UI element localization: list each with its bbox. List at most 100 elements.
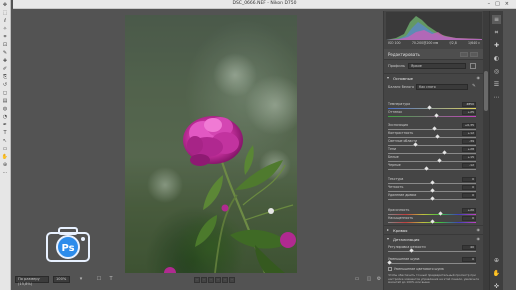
brush-icon[interactable]: ✐ — [2, 67, 9, 72]
edit-icon[interactable]: ≡ — [492, 15, 501, 24]
star-1-icon[interactable]: · — [194, 277, 200, 283]
section-basic[interactable]: ▾ Основные ◉ — [384, 73, 484, 81]
slider-thumb[interactable] — [429, 196, 435, 201]
frame-icon[interactable]: ⊡ — [2, 43, 9, 48]
profile-select[interactable]: Яркие — [408, 63, 466, 69]
slider-value-input[interactable]: 40 — [462, 244, 476, 250]
zoom-icon[interactable]: ⊕ — [492, 256, 501, 265]
slider-track[interactable] — [388, 250, 476, 252]
slider-thumb[interactable] — [429, 219, 435, 224]
eyedropper-icon[interactable]: ✎ — [2, 51, 9, 56]
slider-thumb[interactable] — [434, 113, 439, 118]
more-icon[interactable]: ⋯ — [2, 171, 9, 176]
star-2-icon[interactable]: · — [201, 277, 207, 283]
section-detail[interactable]: ▾ Детализация ◉ — [384, 234, 484, 242]
move-icon[interactable]: ✥ — [2, 3, 9, 8]
before-after-icon[interactable]: ◫ — [365, 276, 373, 283]
image-canvas[interactable]: Ps — [13, 11, 383, 273]
type-icon[interactable]: T — [2, 131, 9, 136]
slider-thumb[interactable] — [413, 142, 418, 147]
star-5-icon[interactable]: · — [222, 277, 228, 283]
eye-icon[interactable]: ◉ — [477, 236, 481, 241]
slider-value-input[interactable]: -39 — [462, 138, 476, 144]
eraser-icon[interactable]: ◻ — [2, 91, 9, 96]
presets-icon[interactable]: ☰ — [492, 80, 501, 89]
rating-icon[interactable]: T — [107, 276, 115, 283]
zoom-fit-select[interactable]: По размеру (15,8%) — [15, 276, 49, 286]
slider-value-input[interactable]: 0 — [462, 176, 476, 182]
slider-value-input[interactable]: +28 — [462, 146, 476, 152]
bw-button[interactable] — [470, 52, 478, 57]
slider-thumb[interactable] — [432, 126, 437, 131]
slider-value-input[interactable]: 0 — [462, 184, 476, 190]
stamp-icon[interactable]: ⎘ — [2, 75, 9, 80]
slider-value-input[interactable]: 4850 — [462, 101, 476, 107]
window-controls[interactable]: –□× — [488, 1, 514, 7]
eye-icon[interactable]: ◉ — [477, 227, 481, 232]
slider-value-input[interactable]: +0,35 — [462, 122, 476, 128]
heal-icon[interactable]: ✚ — [2, 59, 9, 64]
slider-thumb[interactable] — [429, 188, 435, 193]
slider-value-input[interactable]: +15 — [462, 154, 476, 160]
filmstrip-icon[interactable]: ☐ — [95, 276, 103, 283]
dodge-icon[interactable]: ◔ — [2, 115, 9, 120]
redeye-icon[interactable]: ◎ — [492, 67, 501, 76]
eyedropper-icon[interactable]: ✎ — [472, 84, 476, 89]
star-6-icon[interactable]: · — [229, 277, 235, 283]
minimize-icon[interactable]: – — [488, 1, 496, 7]
slider-thumb[interactable] — [435, 134, 440, 139]
auto-button[interactable] — [460, 52, 468, 57]
shape-icon[interactable]: ▭ — [2, 147, 9, 152]
compare-icon[interactable]: ▭ — [353, 276, 361, 283]
slider-value-input[interactable]: -12 — [462, 162, 476, 168]
scrollbar-thumb[interactable] — [484, 71, 488, 111]
lasso-icon[interactable]: ℓ — [2, 19, 9, 24]
slider-track[interactable] — [388, 168, 476, 170]
photo-preview[interactable] — [125, 15, 297, 273]
eye-icon[interactable]: ◉ — [477, 75, 481, 80]
close-icon[interactable]: × — [505, 1, 514, 7]
color-noise-checkbox[interactable] — [388, 267, 392, 271]
slider-thumb[interactable] — [424, 166, 429, 171]
zoom-percent-select[interactable]: 100% — [53, 276, 70, 283]
more-icon[interactable]: ⋯ — [492, 93, 501, 102]
gradient-icon[interactable]: ▤ — [2, 99, 9, 104]
flag-icon[interactable]: ▾ — [77, 276, 85, 283]
wb-select[interactable]: Как снято — [416, 84, 468, 90]
crop-icon[interactable]: ⌗ — [2, 35, 9, 40]
slider-value-input[interactable]: 0 — [462, 192, 476, 198]
slider-thumb[interactable] — [409, 248, 414, 253]
blur-icon[interactable]: ◍ — [2, 107, 9, 112]
slider-value-input[interactable]: +20 — [462, 207, 476, 213]
slider-thumb[interactable] — [429, 180, 435, 185]
slider-thumb[interactable] — [438, 211, 443, 216]
mask-icon[interactable]: ◐ — [492, 54, 501, 63]
slider-value-input[interactable]: 0 — [462, 256, 476, 262]
profile-browser-icon[interactable] — [470, 63, 476, 69]
crop-icon[interactable]: ⌗ — [492, 28, 501, 37]
hand-icon[interactable]: ✋ — [2, 155, 9, 160]
slider-track[interactable] — [388, 115, 476, 117]
path-select-icon[interactable]: ↖ — [2, 139, 9, 144]
section-curve[interactable]: ▸ Кривая ◉ — [384, 225, 484, 233]
hand-icon[interactable]: ✋ — [492, 269, 501, 278]
zoom-icon[interactable]: ⊕ — [2, 163, 9, 168]
history-brush-icon[interactable]: ↺ — [2, 83, 9, 88]
slider-value-input[interactable]: +12 — [462, 130, 476, 136]
star-3-icon[interactable]: · — [208, 277, 214, 283]
slider-value-input[interactable]: +25 — [462, 109, 476, 115]
star-4-icon[interactable]: · — [215, 277, 221, 283]
slider-thumb[interactable] — [442, 150, 447, 155]
heal-icon[interactable]: ✚ — [492, 41, 501, 50]
marquee-icon[interactable]: ⬚ — [2, 11, 9, 16]
sampler-icon[interactable]: ✜ — [492, 282, 501, 290]
settings-icon[interactable]: ⚙ — [375, 276, 383, 283]
maximize-icon[interactable]: □ — [495, 1, 505, 7]
slider-value-input[interactable]: 0 — [462, 215, 476, 221]
slider-thumb[interactable] — [387, 260, 392, 265]
slider-track[interactable] — [388, 262, 476, 264]
quick-select-icon[interactable]: ✧ — [2, 27, 9, 32]
slider-thumb[interactable] — [427, 105, 432, 110]
pen-icon[interactable]: ✒ — [2, 123, 9, 128]
slider-thumb[interactable] — [436, 158, 442, 163]
